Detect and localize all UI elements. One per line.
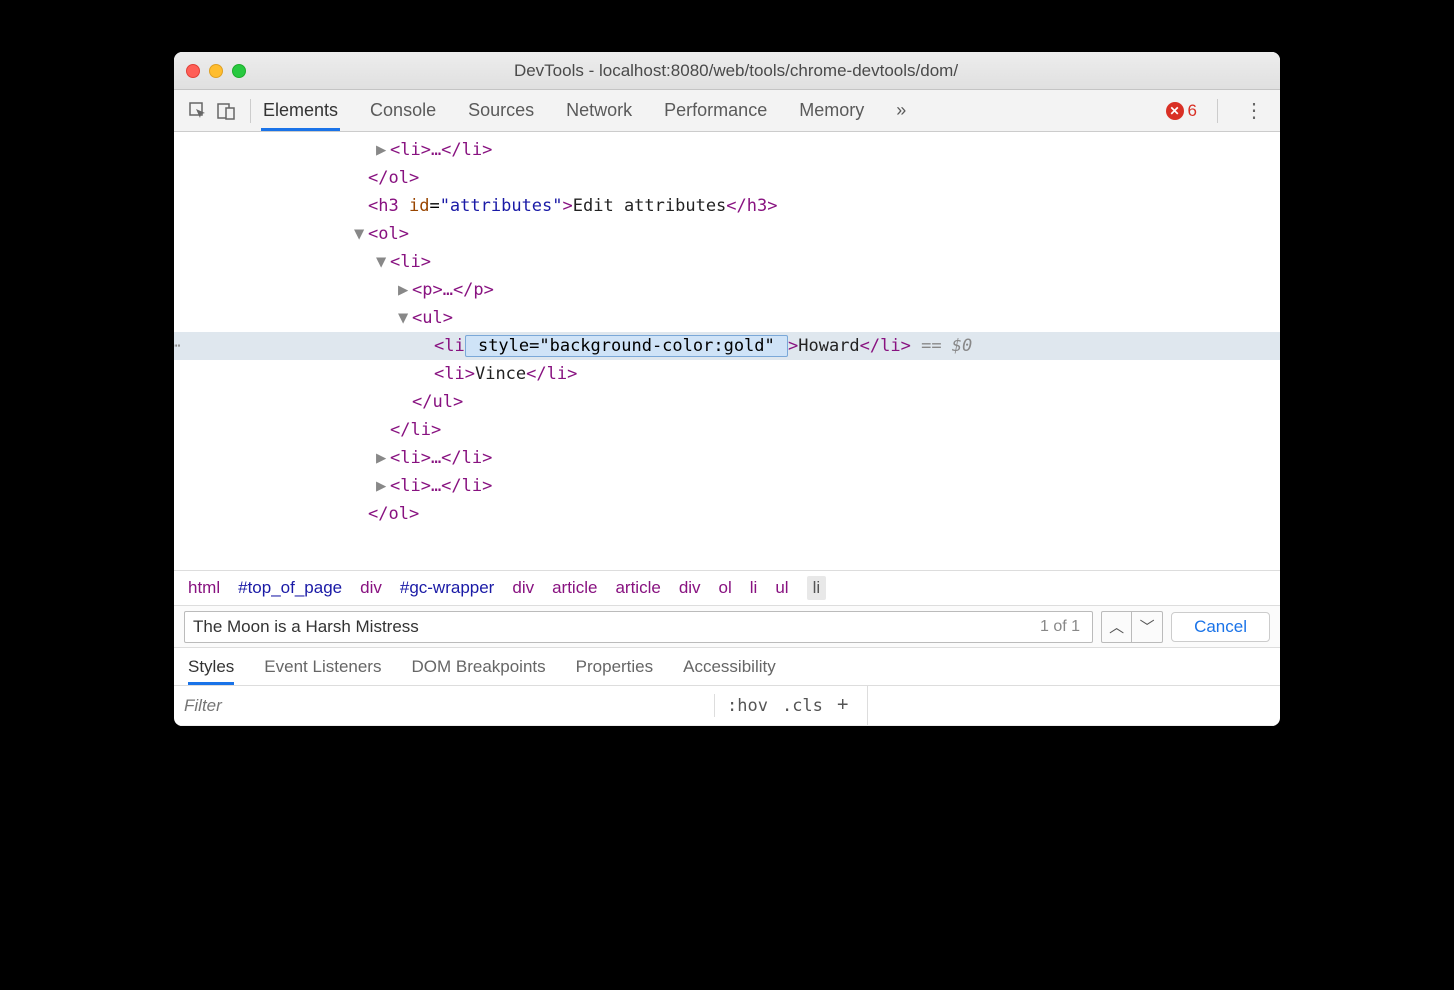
search-cancel-button[interactable]: Cancel [1171, 612, 1270, 642]
breadcrumb-item[interactable]: #top_of_page [238, 578, 342, 598]
dom-tree-row[interactable]: ▼<ol> [174, 220, 1280, 248]
tab-performance[interactable]: Performance [662, 90, 769, 131]
tab-memory[interactable]: Memory [797, 90, 866, 131]
dom-tree-row[interactable]: ▼<ul> [174, 304, 1280, 332]
inspect-element-icon[interactable] [184, 101, 212, 121]
error-badge[interactable]: ✕ 6 [1166, 101, 1197, 121]
toolbar-separator [1217, 99, 1218, 123]
subtab-properties[interactable]: Properties [576, 648, 653, 685]
breadcrumb-item[interactable]: article [615, 578, 660, 598]
dom-tree-row[interactable]: </ul> [174, 388, 1280, 416]
breadcrumb-item[interactable]: #gc-wrapper [400, 578, 495, 598]
dom-tree-row[interactable]: ▶<li>…</li> [174, 472, 1280, 500]
styles-divider [867, 686, 868, 725]
dom-tree-row[interactable]: ▶<li>…</li> [174, 136, 1280, 164]
toolbar-right: ✕ 6 ⋮ [1166, 98, 1270, 123]
dom-tree-row[interactable]: <h3 id="attributes">Edit attributes</h3> [174, 192, 1280, 220]
breadcrumb-item[interactable]: li [807, 576, 827, 600]
dom-tree-row[interactable]: <li>Vince</li> [174, 360, 1280, 388]
main-toolbar: Elements Console Sources Network Perform… [174, 90, 1280, 132]
breadcrumb-item[interactable]: div [512, 578, 534, 598]
close-window-button[interactable] [186, 64, 200, 78]
settings-menu-icon[interactable]: ⋮ [1238, 98, 1270, 123]
dom-tree-row[interactable]: ▶<li>…</li> [174, 444, 1280, 472]
dom-tree-row[interactable]: </ol> [174, 500, 1280, 528]
dom-tree-row[interactable]: ▶<p>…</p> [174, 276, 1280, 304]
search-prev-button[interactable]: ︿ [1102, 612, 1132, 642]
devtools-window: DevTools - localhost:8080/web/tools/chro… [174, 52, 1280, 726]
dom-tree-row[interactable]: <li style="background-color:gold" >Howar… [174, 332, 1280, 360]
subtab-accessibility[interactable]: Accessibility [683, 648, 776, 685]
search-nav-buttons: ︿ ﹀ [1101, 611, 1163, 643]
search-next-button[interactable]: ﹀ [1132, 612, 1162, 642]
breadcrumb-item[interactable]: div [679, 578, 701, 598]
subtab-dom-breakpoints[interactable]: DOM Breakpoints [411, 648, 545, 685]
styles-filter-controls: :hov .cls + [714, 694, 861, 717]
tab-console[interactable]: Console [368, 90, 438, 131]
breadcrumb-item[interactable]: html [188, 578, 220, 598]
tab-elements[interactable]: Elements [261, 90, 340, 131]
dom-breadcrumb: html #top_of_page div #gc-wrapper div article… [174, 570, 1280, 606]
breadcrumb-item[interactable]: li [750, 578, 758, 598]
breadcrumb-item[interactable]: ul [775, 578, 788, 598]
styles-subtabs: Styles Event Listeners DOM Breakpoints P… [174, 648, 1280, 686]
styles-filter-bar: :hov .cls + [174, 686, 1280, 726]
toolbar-separator [250, 99, 251, 123]
subtab-styles[interactable]: Styles [188, 648, 234, 685]
styles-filter-input[interactable] [174, 696, 714, 716]
hov-toggle[interactable]: :hov [727, 696, 768, 716]
tab-network[interactable]: Network [564, 90, 634, 131]
device-toolbar-icon[interactable] [212, 101, 240, 121]
minimize-window-button[interactable] [209, 64, 223, 78]
dom-tree-row[interactable]: ▼<li> [174, 248, 1280, 276]
cls-toggle[interactable]: .cls [782, 696, 823, 716]
traffic-lights [186, 64, 246, 78]
breadcrumb-item[interactable]: article [552, 578, 597, 598]
dom-tree-row[interactable]: </ol> [174, 164, 1280, 192]
dom-tree-row[interactable]: </li> [174, 416, 1280, 444]
search-input[interactable] [193, 617, 1036, 637]
error-count: 6 [1188, 101, 1197, 121]
search-match-count: 1 of 1 [1036, 618, 1084, 636]
subtab-event-listeners[interactable]: Event Listeners [264, 648, 381, 685]
window-title: DevTools - localhost:8080/web/tools/chro… [264, 61, 1268, 81]
search-input-container: 1 of 1 [184, 611, 1093, 643]
panel-tabs: Elements Console Sources Network Perform… [261, 90, 908, 131]
tab-overflow[interactable]: » [894, 90, 908, 131]
dom-tree-pane[interactable]: ▶<li>…</li> </ol> <h3 id="attributes">Ed… [174, 132, 1280, 570]
tab-sources[interactable]: Sources [466, 90, 536, 131]
title-bar: DevTools - localhost:8080/web/tools/chro… [174, 52, 1280, 90]
new-style-rule-button[interactable]: + [837, 694, 849, 717]
breadcrumb-item[interactable]: div [360, 578, 382, 598]
error-icon: ✕ [1166, 102, 1184, 120]
maximize-window-button[interactable] [232, 64, 246, 78]
find-bar: 1 of 1 ︿ ﹀ Cancel [174, 606, 1280, 648]
breadcrumb-item[interactable]: ol [719, 578, 732, 598]
